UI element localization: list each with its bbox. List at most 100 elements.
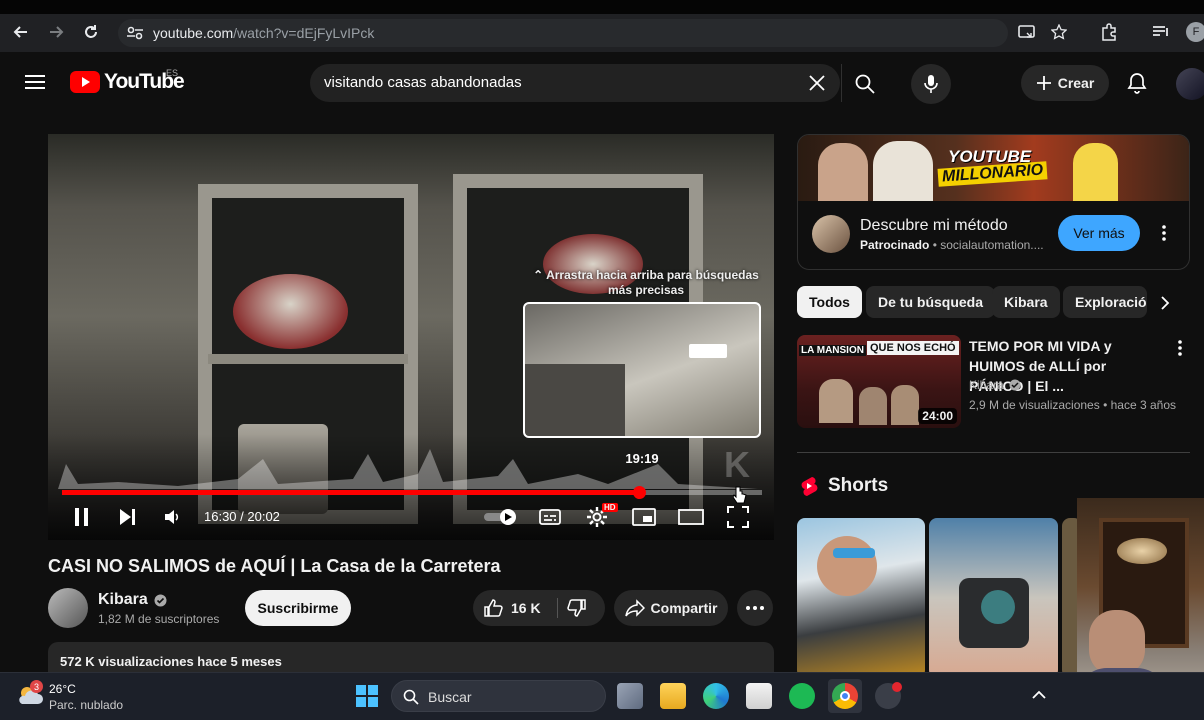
preview-time: 19:19 [625, 451, 659, 466]
recommended-channel[interactable]: Kibara [969, 378, 1021, 392]
seek-preview-thumbnail [523, 302, 761, 438]
short-thumbnail-1[interactable] [797, 518, 925, 678]
short-2-lens [981, 590, 1015, 624]
subscribe-button[interactable]: Suscribirme [245, 590, 351, 626]
windows-start-icon[interactable] [356, 685, 378, 707]
profile-avatar[interactable]: F [1186, 22, 1204, 42]
clear-search-icon[interactable] [808, 74, 826, 92]
chip-exploracion[interactable]: Exploració [1063, 286, 1147, 318]
weather-temperature: 26°C [49, 682, 76, 696]
recommendation-more-icon[interactable] [1178, 340, 1182, 356]
share-button[interactable]: Compartir [614, 590, 728, 626]
verified-check-icon [1009, 379, 1021, 391]
youtube-play-logo-icon [70, 71, 100, 93]
reload-icon[interactable] [80, 21, 102, 43]
channel-name[interactable]: Kibara [98, 591, 167, 609]
search-input[interactable]: visitando casas abandonadas [310, 64, 840, 102]
search-divider [841, 64, 842, 102]
chip-kibara[interactable]: Kibara [992, 286, 1060, 318]
short-1-face [817, 536, 877, 596]
share-label: Compartir [650, 600, 718, 616]
menu-hamburger-icon[interactable] [25, 74, 45, 90]
account-avatar[interactable] [1176, 68, 1204, 100]
browser-tab-strip [0, 0, 1204, 14]
weather-alert-badge: 3 [30, 680, 43, 693]
address-bar[interactable]: youtube.com/watch?v=dEjFyLvIPck [118, 19, 1008, 47]
bookmark-star-icon[interactable] [1051, 24, 1067, 40]
share-arrow-icon [624, 599, 645, 617]
verified-check-icon [154, 594, 167, 606]
video-title: CASI NO SALIMOS de AQUÍ | La Casa de la … [48, 556, 501, 576]
task-view-icon[interactable] [617, 683, 643, 709]
drag-up-hint: ⌃ Arrastra hacia arriba para búsquedas m… [528, 268, 764, 298]
taskbar-search[interactable]: Buscar [391, 680, 606, 712]
cast-icon[interactable] [1018, 24, 1036, 40]
thumb-text-left: LA MANSION [799, 345, 866, 356]
microsoft-store-icon[interactable] [746, 683, 772, 709]
pause-icon[interactable] [73, 507, 91, 527]
ad-person-2 [873, 141, 933, 201]
notifications-bell-icon[interactable] [1127, 72, 1147, 94]
more-horizontal-icon [746, 606, 764, 610]
microphone-icon [924, 75, 938, 93]
spotify-icon[interactable] [789, 683, 815, 709]
shorts-heading: Shorts [828, 475, 889, 496]
chip-de-tu-busqueda[interactable]: De tu búsqueda [866, 286, 996, 318]
media-control-icon[interactable] [1152, 24, 1170, 40]
miniplayer-icon[interactable] [632, 508, 656, 526]
theater-mode-icon[interactable] [678, 509, 704, 525]
time-display: 16:30 / 20:02 [204, 509, 280, 524]
subtitles-icon[interactable] [539, 508, 561, 526]
short-thumbnail-2[interactable] [929, 518, 1058, 678]
ad-person-3 [1073, 143, 1118, 201]
progress-scrubber[interactable] [633, 486, 646, 499]
ad-subtitle: Patrocinado • socialautomation.... [860, 238, 1044, 252]
edge-browser-icon[interactable] [703, 683, 729, 709]
ad-cta-button[interactable]: Ver más [1058, 215, 1140, 251]
create-button[interactable]: Crear [1021, 65, 1109, 101]
stacked-pots [233, 274, 348, 349]
thumb-face-2 [859, 387, 887, 425]
thumbs-up-icon [484, 599, 503, 617]
autoplay-toggle-icon[interactable] [484, 508, 518, 526]
next-video-icon[interactable] [118, 507, 136, 527]
file-explorer-icon[interactable] [660, 683, 686, 709]
channel-avatar[interactable] [48, 588, 88, 628]
weather-description: Parc. nublado [49, 698, 124, 712]
forward-icon[interactable] [45, 21, 67, 43]
url-host: youtube.com [153, 25, 234, 41]
site-info-icon[interactable] [126, 25, 144, 41]
sponsored-ad-card[interactable]: YOUTUBE MILLONARIO Descubre mi método Pa… [797, 134, 1190, 270]
taskbar-search-icon [403, 689, 419, 705]
volume-icon[interactable] [163, 508, 181, 526]
region-code: ES [166, 68, 179, 78]
ad-more-icon[interactable] [1162, 225, 1166, 241]
create-label: Crear [1057, 75, 1095, 91]
chip-todos[interactable]: Todos [797, 286, 862, 318]
drag-hint-text: Arrastra hacia arriba para búsquedas más… [546, 268, 759, 297]
dislike-button[interactable] [567, 598, 587, 618]
extensions-icon[interactable] [1100, 23, 1118, 41]
like-button[interactable]: 16 K [483, 590, 541, 626]
chevron-right-icon[interactable] [1160, 295, 1170, 311]
fullscreen-icon[interactable] [727, 506, 749, 528]
hd-badge: HD [602, 503, 618, 512]
plus-icon [1036, 76, 1051, 90]
ceiling-light [689, 344, 727, 358]
recording-dot [892, 682, 902, 692]
like-dislike-bar: 16 K [473, 590, 605, 626]
webcam-person-head [1089, 610, 1145, 676]
ad-banner-image: YOUTUBE MILLONARIO [798, 135, 1189, 201]
advertiser-name: socialautomation.... [940, 238, 1044, 252]
back-icon[interactable] [10, 21, 32, 43]
search-icon[interactable] [855, 74, 875, 94]
voice-search-button[interactable] [911, 64, 951, 104]
tray-chevron-up-icon[interactable] [1032, 690, 1046, 700]
cabinet-shelf [208, 354, 408, 364]
recommended-video-thumbnail[interactable]: LA MANSION QUE NOS ECHÓ 24:00 [797, 335, 961, 428]
url-text: youtube.com/watch?v=dEjFyLvIPck [153, 25, 374, 41]
thumb-face-1 [819, 379, 853, 423]
subscriber-count: 1,82 M de suscriptores [98, 612, 220, 626]
like-count: 16 K [511, 600, 541, 616]
more-actions-button[interactable] [737, 590, 773, 626]
